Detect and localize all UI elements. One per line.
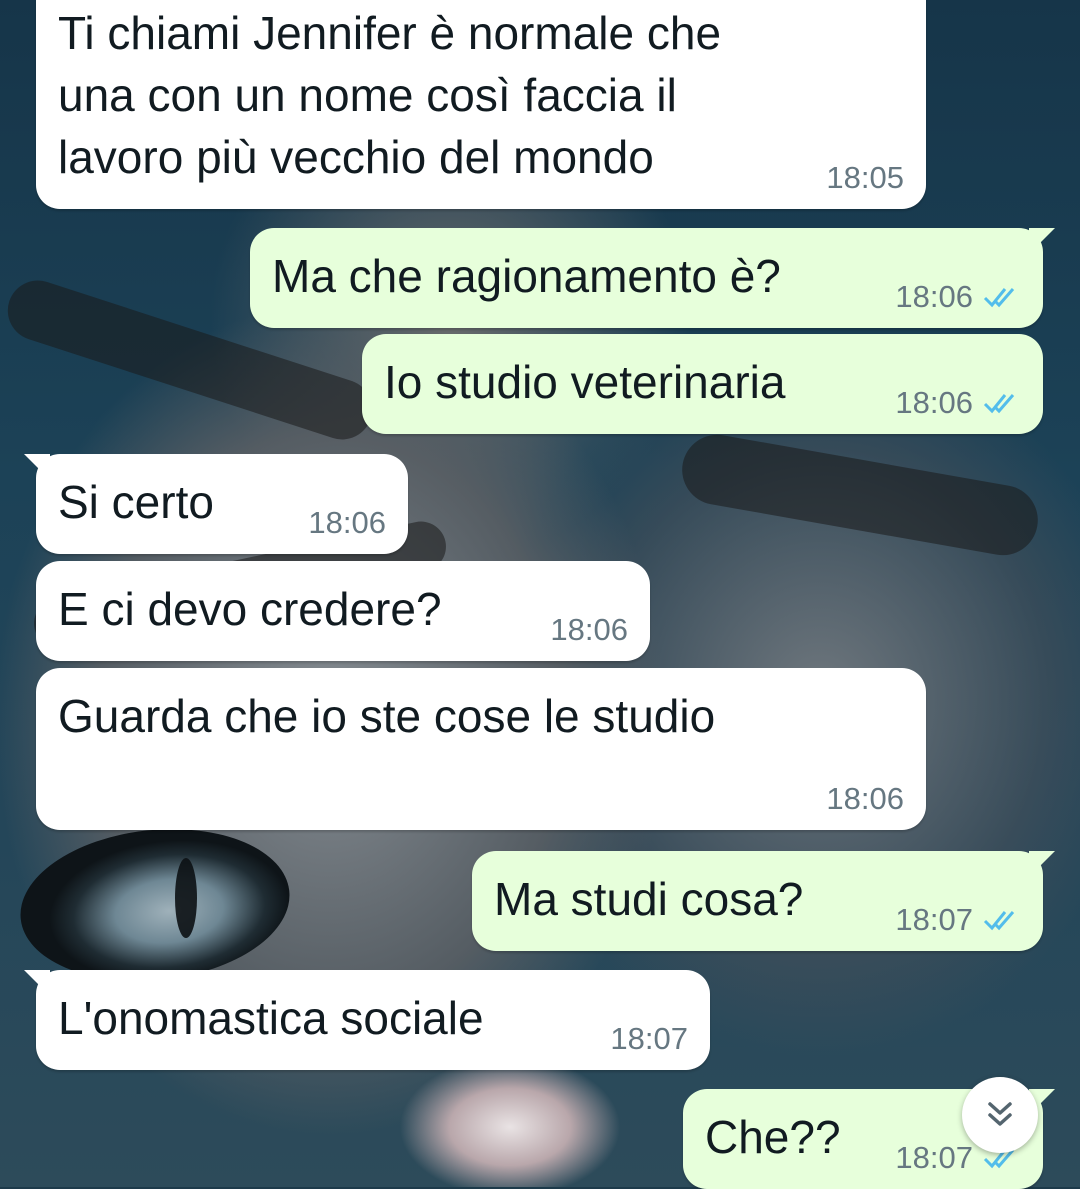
message-time: 18:06 <box>550 612 628 647</box>
message-bubble-incoming[interactable]: Ti chiami Jennifer è normale che una con… <box>36 0 926 209</box>
message-time: 18:07 <box>895 902 973 937</box>
message-time: 18:07 <box>610 1021 688 1056</box>
message-bubble-outgoing[interactable]: Ma studi cosa? 18:07 <box>472 851 1055 951</box>
message-text: Ti chiami Jennifer è normale che una con… <box>58 7 722 183</box>
message-bubble-incoming[interactable]: Si certo 18:06 <box>24 454 408 554</box>
message-meta: 18:06 <box>895 386 1021 420</box>
message-bubble-outgoing[interactable]: Ma che ragionamento è? 18:06 <box>250 228 1055 328</box>
message-text: L'onomastica sociale <box>58 992 484 1044</box>
message-text: Ma studi cosa? <box>494 873 804 925</box>
message-meta: 18:07 <box>610 1022 688 1056</box>
bubble-tail <box>1029 851 1055 877</box>
message-meta: 18:06 <box>308 506 386 540</box>
message-time: 18:06 <box>308 505 386 540</box>
bubble-tail <box>24 454 50 480</box>
message-time: 18:06 <box>826 781 904 816</box>
double-check-icon <box>983 288 1015 308</box>
message-text: Si certo <box>58 476 214 528</box>
scroll-to-bottom-button[interactable] <box>962 1077 1038 1153</box>
cat-pupil <box>175 858 197 938</box>
message-text: Ma che ragionamento è? <box>272 250 781 302</box>
message-text: Io studio veterinaria <box>384 356 786 408</box>
message-meta: 18:06 <box>895 280 1021 314</box>
double-check-icon <box>983 394 1015 414</box>
message-bubble-incoming[interactable]: L'onomastica sociale 18:07 <box>24 970 710 1070</box>
double-check-icon <box>983 911 1015 931</box>
message-time: 18:06 <box>895 279 973 314</box>
message-text: Che?? <box>705 1111 841 1163</box>
message-time: 18:05 <box>826 160 904 195</box>
cat-nose <box>380 1050 640 1187</box>
double-chevron-down-icon <box>988 1102 1012 1126</box>
message-bubble-incoming[interactable]: E ci devo credere? 18:06 <box>36 561 650 661</box>
bubble-tail <box>24 970 50 996</box>
message-text: E ci devo credere? <box>58 583 442 635</box>
message-time: 18:06 <box>895 385 973 420</box>
message-meta: 18:06 <box>550 613 628 647</box>
message-meta: 18:06 <box>826 782 904 816</box>
message-meta: 18:07 <box>895 903 1021 937</box>
message-time: 18:07 <box>895 1140 973 1175</box>
bubble-tail <box>1029 228 1055 254</box>
message-bubble-outgoing[interactable]: Io studio veterinaria 18:06 <box>362 334 1043 434</box>
message-text: Guarda che io ste cose le studio <box>58 690 716 742</box>
message-meta: 18:05 <box>826 161 904 195</box>
message-bubble-incoming[interactable]: Guarda che io ste cose le studio 18:06 <box>36 668 926 830</box>
